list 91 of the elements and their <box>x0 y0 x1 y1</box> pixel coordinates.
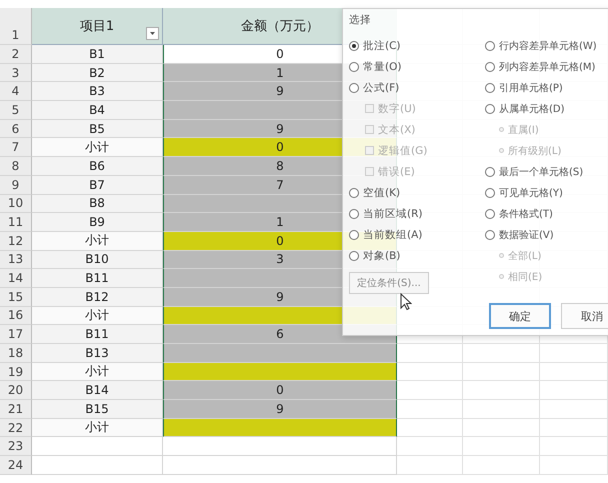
table-cell: B10 <box>32 250 163 270</box>
table-cell: B9 <box>32 213 163 232</box>
row-number: 24 <box>0 456 32 475</box>
table-cell: B2 <box>32 64 163 82</box>
radio-button[interactable] <box>349 230 359 240</box>
empty-cell <box>540 456 608 475</box>
table-cell: B15 <box>32 400 163 419</box>
row-number: 16 <box>0 306 32 326</box>
option-label: 行内容差异单元格(W) <box>499 40 597 52</box>
table-cell: B8 <box>32 194 163 214</box>
option-label: 直属(I) <box>508 124 539 136</box>
table-cell: 9 <box>163 400 397 419</box>
table-cell: 小计 <box>32 232 163 251</box>
option-label: 从属单元格(D) <box>499 102 565 116</box>
table-cell: B4 <box>32 101 163 120</box>
radio-button[interactable] <box>485 104 495 114</box>
table-cell: 小计 <box>32 418 163 438</box>
radio-button[interactable] <box>485 230 495 240</box>
radio-button[interactable] <box>349 82 359 92</box>
option-label: 相同(E) <box>508 270 542 284</box>
row-number: 4 <box>0 82 32 102</box>
row-number: 8 <box>0 157 32 176</box>
row-number: 2 <box>0 45 32 64</box>
empty-cell <box>540 437 608 456</box>
option-label: 条件格式(T) <box>499 208 553 220</box>
radio-button[interactable] <box>349 62 359 72</box>
dropdown-icon[interactable] <box>146 27 159 40</box>
table-cell: B11 <box>32 325 163 344</box>
row-number: 6 <box>0 120 32 138</box>
row-number: 23 <box>0 437 32 456</box>
empty-cell <box>540 381 608 400</box>
empty-cell <box>397 437 463 456</box>
row-number: 9 <box>0 176 32 194</box>
row-number: 11 <box>0 213 32 232</box>
radio-button[interactable] <box>349 188 359 198</box>
option-label: 引用单元格(P) <box>499 82 563 94</box>
radio-button[interactable] <box>485 40 495 50</box>
table-cell: B11 <box>32 269 163 288</box>
row-number: 15 <box>0 288 32 307</box>
row-number: 5 <box>0 101 32 120</box>
column-header: 项目1 <box>32 8 163 45</box>
row-number: 1 <box>0 8 32 45</box>
radio-button[interactable] <box>485 188 495 198</box>
row-number: 21 <box>0 400 32 419</box>
table-cell: B3 <box>32 82 163 102</box>
table-cell: B5 <box>32 120 163 138</box>
radio-button[interactable] <box>485 208 495 218</box>
empty-cell <box>397 456 463 475</box>
row-number: 7 <box>0 138 32 158</box>
row-number: 18 <box>0 344 32 363</box>
group-title: 选择 <box>349 13 372 27</box>
option-label: 最后一个单元格(S) <box>499 166 584 178</box>
radio-button[interactable] <box>485 82 495 92</box>
ok-button[interactable]: 确定 <box>489 303 551 329</box>
table-cell: 0 <box>163 381 397 400</box>
radio-button[interactable] <box>349 40 359 50</box>
table-cell: B1 <box>32 45 163 64</box>
row-number: 3 <box>0 64 32 82</box>
option-label: 全部(L) <box>508 250 542 262</box>
radio-button[interactable] <box>349 208 359 218</box>
empty-cell <box>540 362 608 382</box>
table-cell: 小计 <box>32 138 163 158</box>
row-number: 20 <box>0 381 32 400</box>
empty-cell <box>540 418 608 438</box>
table-cell: B14 <box>32 381 163 400</box>
row-number: 10 <box>0 194 32 214</box>
empty-cell <box>540 344 608 363</box>
radio-button[interactable] <box>485 62 495 72</box>
radio-button[interactable] <box>349 250 359 260</box>
table-cell: B6 <box>32 157 163 176</box>
option-label: 可见单元格(Y) <box>499 186 563 200</box>
table-cell: B12 <box>32 288 163 307</box>
table-cell: B7 <box>32 176 163 194</box>
option-label: 数字(U) <box>378 102 416 116</box>
row-number: 12 <box>0 232 32 251</box>
row-number: 22 <box>0 418 32 438</box>
empty-cell <box>540 400 608 419</box>
option-label: 列内容差异单元格(M) <box>499 60 596 74</box>
table-cell: B13 <box>32 344 163 363</box>
row-number: 13 <box>0 250 32 270</box>
row-number: 14 <box>0 269 32 288</box>
cursor-icon <box>400 293 412 311</box>
cancel-button[interactable]: 取消 <box>561 303 608 329</box>
option-label: 所有级别(L) <box>508 144 562 158</box>
row-number: 17 <box>0 325 32 344</box>
radio-button[interactable] <box>485 166 495 176</box>
row-number: 19 <box>0 362 32 382</box>
option-label: 数据验证(V) <box>499 228 554 242</box>
table-cell: 小计 <box>32 306 163 326</box>
option-label: 公式(F) <box>363 80 400 94</box>
table-cell: 小计 <box>32 362 163 382</box>
